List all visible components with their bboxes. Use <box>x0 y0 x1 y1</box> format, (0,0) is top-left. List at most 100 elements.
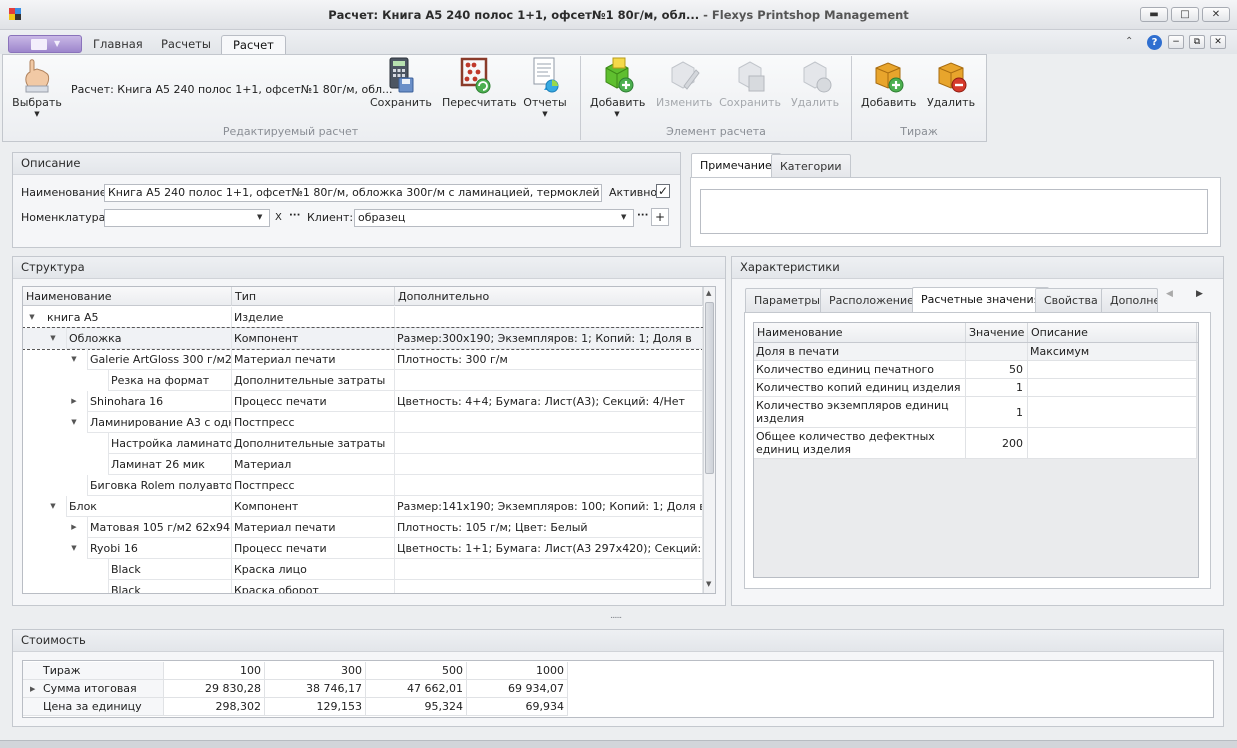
tab-categories[interactable]: Категории <box>771 154 851 178</box>
chevron-down-icon: ▼ <box>34 110 40 118</box>
tab-notes[interactable]: Примечание <box>691 153 781 178</box>
mdi-close-button[interactable]: ✕ <box>1210 35 1226 49</box>
reports-button[interactable]: Отчеты ▼ <box>522 56 568 122</box>
more-nomenclature-button[interactable]: ··· <box>289 210 300 221</box>
tree-row[interactable]: ▶ Матовая 105 г/м2 62x94 Материал печати Пл… <box>23 517 703 538</box>
collapse-icon[interactable]: ▼ <box>69 538 79 559</box>
delete-run-button[interactable]: Удалить <box>926 56 976 122</box>
active-checkbox[interactable]: ✓ <box>656 184 670 198</box>
recalculate-button[interactable]: Пересчитать <box>442 56 517 122</box>
col-description[interactable]: Описание <box>1028 323 1197 342</box>
save-element-button[interactable]: Сохранить <box>719 56 781 122</box>
more-client-button[interactable]: ··· <box>637 210 648 221</box>
client-select[interactable]: образец <box>354 209 634 227</box>
splitter-handle[interactable]: ...... <box>610 611 622 621</box>
tree-cell-type: Дополнительные затраты <box>232 433 395 454</box>
tree-row[interactable]: ▼ Блок Компонент Размер:141x190; Экземпляро… <box>23 496 703 517</box>
tree-cell-type: Постпресс <box>232 412 395 433</box>
tree-row[interactable]: Биговка Rolem полуавтоматПостпресс <box>23 475 703 496</box>
col-extra[interactable]: Дополнительно <box>395 287 703 306</box>
calc-cell-description <box>1028 397 1197 428</box>
tab-calculated-values[interactable]: Расчетные значения <box>912 287 1050 312</box>
calculated-value-row[interactable]: Доля в печати Максимум <box>754 343 1197 361</box>
cost-cell: 47 662,01 <box>366 680 467 698</box>
tab-calculation[interactable]: Расчет <box>221 35 286 55</box>
group-label-calculation: Редактируемый расчет <box>222 125 359 138</box>
add-element-button[interactable]: Добавить ▼ <box>590 56 645 122</box>
tab-main[interactable]: Главная <box>82 35 154 54</box>
ribbon-collapse-icon[interactable]: ⌃ <box>1125 36 1139 48</box>
tab-properties[interactable]: Свойства <box>1035 288 1107 312</box>
structure-scrollbar[interactable]: ▲ ▼ <box>703 287 715 593</box>
col-name[interactable]: Наименование <box>754 323 966 342</box>
scroll-down-icon[interactable]: ▼ <box>706 580 711 588</box>
clear-nomenclature-button[interactable]: X <box>275 212 282 223</box>
tab-layout[interactable]: Расположение <box>820 288 923 312</box>
tabs-scroll-left-icon[interactable]: ◀ <box>1166 289 1173 299</box>
collapse-icon[interactable]: ▼ <box>48 496 58 517</box>
collapse-icon[interactable]: ▼ <box>69 349 79 370</box>
tree-row[interactable]: Black Краска оборот <box>23 580 703 593</box>
cost-row[interactable]: Сумма итоговая ▶ 29 830,28 38 746,17 47 662,… <box>23 680 568 698</box>
delete-element-button[interactable]: Удалить <box>790 56 840 122</box>
tree-row[interactable]: Black Краска лицо <box>23 559 703 580</box>
close-button[interactable]: ✕ <box>1202 7 1230 22</box>
save-calculation-button[interactable]: Сохранить <box>370 56 432 122</box>
tree-cell-type: Материал <box>232 454 395 475</box>
scroll-thumb[interactable] <box>705 302 714 474</box>
expand-icon[interactable]: ▶ <box>30 680 35 698</box>
expand-icon[interactable]: ▶ <box>69 517 79 538</box>
tree-row[interactable]: ▼ книга А5 Изделие <box>23 307 703 328</box>
save-element-label: Сохранить <box>719 96 781 109</box>
mdi-restore-button[interactable]: ⧉ <box>1189 35 1205 49</box>
calc-cell-value: 200 <box>966 428 1028 459</box>
mdi-minimize-button[interactable]: − <box>1168 35 1184 49</box>
calculated-value-row[interactable]: Общее количество дефектных единиц издели… <box>754 428 1197 459</box>
maximize-button[interactable]: □ <box>1171 7 1199 22</box>
tree-row[interactable]: ▼ Обложка Компонент Размер:300x190; Экземпл… <box>23 327 704 350</box>
edit-element-button[interactable]: Изменить <box>656 56 712 122</box>
tree-cell-extra <box>395 475 703 496</box>
name-input[interactable]: Книга А5 240 полос 1+1, офсет№1 80г/м, о… <box>104 184 602 202</box>
tree-cell-name: Black <box>108 559 232 580</box>
collapse-icon[interactable]: ▼ <box>27 307 37 328</box>
col-name[interactable]: Наименование <box>23 287 232 306</box>
expand-icon[interactable]: ▶ <box>69 391 79 412</box>
calculated-value-row[interactable]: Количество копий единиц изделия 1 <box>754 379 1197 397</box>
cost-row[interactable]: Тираж 100 300 500 1000 <box>23 662 568 680</box>
collapse-icon[interactable]: ▼ <box>48 328 58 349</box>
tree-row[interactable]: ▼ Galerie ArtGloss 300 г/м2 62x94Материал… <box>23 349 703 370</box>
nomenclature-select[interactable] <box>104 209 270 227</box>
select-button[interactable]: Выбрать ▼ <box>12 56 62 122</box>
tree-row[interactable]: ▼ Ламинирование А3 с однойПостпресс <box>23 412 703 433</box>
app-menu-button[interactable]: ▼ <box>8 35 82 53</box>
calculated-value-row[interactable]: Количество экземпляров единиц изделия 1 <box>754 397 1197 428</box>
chevron-down-icon[interactable]: ▼ <box>257 213 262 221</box>
calculated-value-row[interactable]: Количество единиц печатного формата50 <box>754 361 1197 379</box>
cost-row[interactable]: Цена за единицу 298,302 129,153 95,324 69,93… <box>23 698 568 716</box>
tab-additional[interactable]: Дополнен <box>1101 288 1158 312</box>
app-menu-icon <box>31 39 47 50</box>
add-run-button[interactable]: Добавить <box>861 56 916 122</box>
cost-cell: 69 934,07 <box>467 680 568 698</box>
notes-textarea[interactable] <box>700 189 1208 234</box>
add-client-button[interactable]: + <box>651 208 669 226</box>
tree-row[interactable]: ▼ Ryobi 16 Процесс печати Цветность: 1+1; Б… <box>23 538 703 559</box>
tree-row[interactable]: ▶ Shinohara 16 Процесс печати Цветность: 4+… <box>23 391 703 412</box>
help-icon[interactable]: ? <box>1147 35 1162 50</box>
calc-cell-description <box>1028 361 1197 379</box>
tab-calculations[interactable]: Расчеты <box>150 35 222 54</box>
tree-row[interactable]: Ламинат 26 мик Материал <box>23 454 703 475</box>
col-value[interactable]: Значение <box>966 323 1028 342</box>
collapse-icon[interactable]: ▼ <box>69 412 79 433</box>
chevron-down-icon[interactable]: ▼ <box>621 213 626 221</box>
col-type[interactable]: Тип <box>232 287 395 306</box>
tree-row[interactable]: Резка на формат Дополнительные затраты <box>23 370 703 391</box>
tabs-scroll-right-icon[interactable]: ▶ <box>1196 289 1203 299</box>
tree-row[interactable]: Настройка ламинатораДополнительные затра… <box>23 433 703 454</box>
tree-cell-name: Ламинирование А3 с одной <box>87 412 232 433</box>
description-title: Описание <box>13 153 680 175</box>
minimize-button[interactable]: ▬ <box>1140 7 1168 22</box>
tab-parameters[interactable]: Параметры <box>745 288 829 312</box>
scroll-up-icon[interactable]: ▲ <box>706 289 711 297</box>
